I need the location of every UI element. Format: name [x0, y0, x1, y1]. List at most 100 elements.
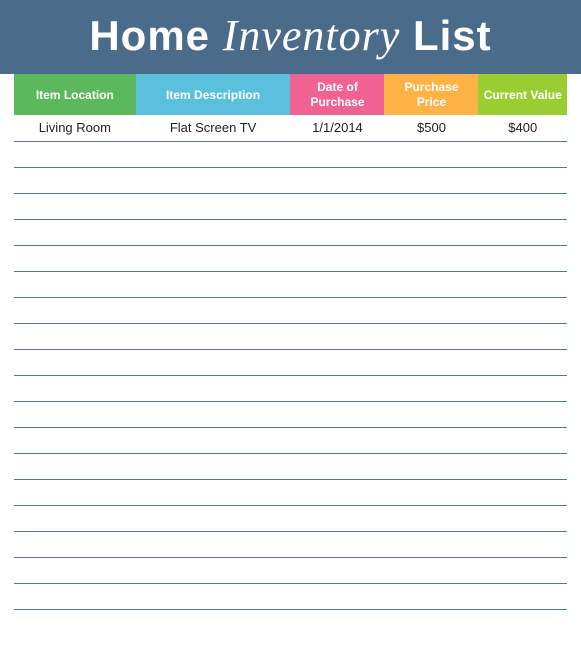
- table-row: [14, 271, 567, 297]
- table-row: Living RoomFlat Screen TV1/1/2014$500$40…: [14, 115, 567, 141]
- cell-location: [14, 141, 136, 167]
- col-header-location: Item Location: [14, 74, 136, 115]
- table-row: [14, 219, 567, 245]
- cell-location: [14, 323, 136, 349]
- cell-description: [136, 401, 291, 427]
- cell-date: [290, 245, 384, 271]
- cell-description: [136, 557, 291, 583]
- table-row: [14, 583, 567, 609]
- table-row: [14, 141, 567, 167]
- cell-value: [478, 583, 567, 609]
- cell-date: [290, 141, 384, 167]
- cell-date: [290, 427, 384, 453]
- cell-description: [136, 479, 291, 505]
- table-row: [14, 245, 567, 271]
- table-container: Item Location Item Description Date of P…: [0, 74, 581, 663]
- inventory-table: Item Location Item Description Date of P…: [14, 74, 567, 609]
- cell-purchase: [384, 557, 478, 583]
- col-header-description: Item Description: [136, 74, 291, 115]
- table-row: [14, 401, 567, 427]
- cell-value: $400: [478, 115, 567, 141]
- cell-location: [14, 531, 136, 557]
- cell-description: [136, 453, 291, 479]
- table-row: [14, 453, 567, 479]
- cell-value: [478, 219, 567, 245]
- table-row: [14, 479, 567, 505]
- cell-purchase: [384, 141, 478, 167]
- cell-location: [14, 453, 136, 479]
- title-part1: Home: [89, 12, 222, 59]
- cell-description: [136, 531, 291, 557]
- cell-value: [478, 531, 567, 557]
- cell-location: [14, 479, 136, 505]
- cell-purchase: [384, 531, 478, 557]
- table-row: [14, 167, 567, 193]
- title-part2: List: [400, 12, 491, 59]
- title-script: Inventory: [223, 11, 401, 60]
- cell-date: [290, 505, 384, 531]
- cell-purchase: [384, 583, 478, 609]
- cell-location: [14, 297, 136, 323]
- cell-date: [290, 323, 384, 349]
- cell-description: [136, 427, 291, 453]
- cell-description: [136, 297, 291, 323]
- cell-purchase: [384, 401, 478, 427]
- cell-description: Flat Screen TV: [136, 115, 291, 141]
- cell-date: [290, 219, 384, 245]
- cell-date: [290, 375, 384, 401]
- cell-purchase: [384, 505, 478, 531]
- cell-description: [136, 271, 291, 297]
- cell-value: [478, 245, 567, 271]
- cell-date: [290, 193, 384, 219]
- cell-purchase: [384, 479, 478, 505]
- cell-value: [478, 297, 567, 323]
- cell-date: [290, 453, 384, 479]
- cell-value: [478, 167, 567, 193]
- table-row: [14, 505, 567, 531]
- cell-description: [136, 583, 291, 609]
- cell-location: [14, 349, 136, 375]
- cell-value: [478, 401, 567, 427]
- table-row: [14, 375, 567, 401]
- col-header-value: Current Value: [478, 74, 567, 115]
- cell-location: [14, 245, 136, 271]
- cell-date: [290, 479, 384, 505]
- cell-date: [290, 583, 384, 609]
- cell-purchase: [384, 427, 478, 453]
- cell-description: [136, 219, 291, 245]
- cell-value: [478, 505, 567, 531]
- cell-date: [290, 297, 384, 323]
- cell-purchase: [384, 167, 478, 193]
- cell-location: [14, 505, 136, 531]
- cell-value: [478, 479, 567, 505]
- cell-purchase: $500: [384, 115, 478, 141]
- table-header-row: Item Location Item Description Date of P…: [14, 74, 567, 115]
- cell-value: [478, 427, 567, 453]
- cell-description: [136, 375, 291, 401]
- cell-description: [136, 193, 291, 219]
- cell-date: [290, 401, 384, 427]
- cell-location: [14, 583, 136, 609]
- cell-purchase: [384, 297, 478, 323]
- cell-date: [290, 349, 384, 375]
- cell-location: [14, 167, 136, 193]
- cell-purchase: [384, 453, 478, 479]
- cell-location: [14, 193, 136, 219]
- table-row: [14, 323, 567, 349]
- cell-location: [14, 557, 136, 583]
- cell-description: [136, 505, 291, 531]
- cell-value: [478, 141, 567, 167]
- cell-purchase: [384, 245, 478, 271]
- cell-location: [14, 219, 136, 245]
- cell-date: [290, 167, 384, 193]
- cell-purchase: [384, 323, 478, 349]
- cell-purchase: [384, 375, 478, 401]
- cell-purchase: [384, 219, 478, 245]
- cell-date: 1/1/2014: [290, 115, 384, 141]
- cell-description: [136, 323, 291, 349]
- cell-location: [14, 375, 136, 401]
- cell-value: [478, 271, 567, 297]
- cell-location: [14, 271, 136, 297]
- table-row: [14, 427, 567, 453]
- cell-value: [478, 557, 567, 583]
